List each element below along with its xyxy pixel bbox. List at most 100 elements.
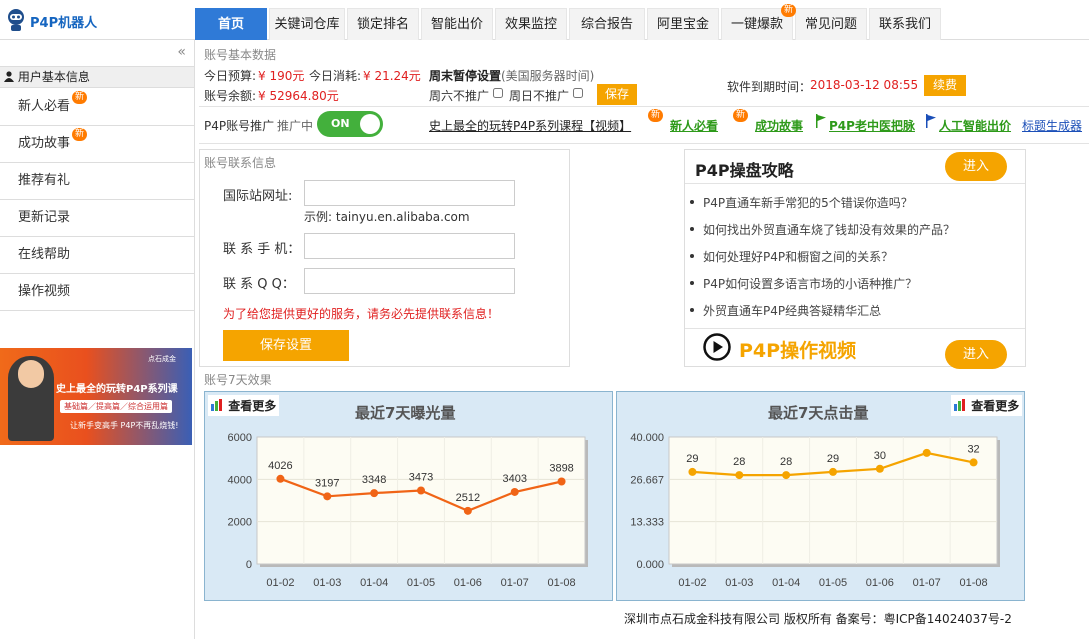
balance-label: 账号余额: <box>204 89 257 103</box>
new-badge: 新 <box>781 4 797 17</box>
qq-input[interactable] <box>304 268 515 294</box>
sidebar-header-label: 用户基本信息 <box>17 70 90 84</box>
tab-contact[interactable]: 联系我们 <box>869 8 941 40</box>
tab-faq[interactable]: 常见问题 <box>795 8 867 40</box>
video-title[interactable]: P4P操作视频 <box>739 336 856 363</box>
play-icon[interactable] <box>703 333 731 361</box>
guide-enter-button[interactable]: 进入 <box>945 152 1007 181</box>
sidebar-item-newcomer[interactable]: 新人必看 <box>0 89 194 126</box>
user-icon <box>4 71 14 82</box>
x-tick-label: 01-07 <box>913 577 941 589</box>
contact-warning: 为了给您提供更好的服务，请务必先提供联系信息！ <box>223 307 500 321</box>
link-newcomer[interactable]: 新人必看 <box>670 117 718 134</box>
guide-article-link[interactable]: 如何处理好P4P和橱窗之间的关系？ <box>703 248 893 265</box>
expire-value: 2018-03-12 08:55 <box>810 78 919 92</box>
y-tick-label: 0.000 <box>636 559 664 571</box>
app-logo[interactable]: P4P机器人 <box>0 0 195 40</box>
x-tick-label: 01-06 <box>454 577 482 589</box>
sunday-label: 周日不推广 <box>509 89 570 103</box>
x-tick-label: 01-05 <box>819 577 847 589</box>
sidebar-item-video[interactable]: 操作视频 <box>0 274 194 311</box>
data-label: 3197 <box>315 477 339 489</box>
data-point <box>782 471 791 480</box>
data-point <box>557 477 566 486</box>
guide-title: P4P操盘攻略 <box>695 161 794 180</box>
y-tick-label: 4000 <box>228 474 252 486</box>
renew-button[interactable]: 续费 <box>924 75 966 96</box>
sidebar-item-help[interactable]: 在线帮助 <box>0 237 194 274</box>
x-tick-label: 01-06 <box>866 577 894 589</box>
link-doctor-diagnosis[interactable]: P4P老中医把脉 <box>829 117 915 134</box>
data-point <box>875 464 884 473</box>
guide-article-link[interactable]: P4P直通车新手常犯的5个错误你造吗？ <box>703 194 913 211</box>
flag-icon <box>926 114 936 128</box>
chart-clicks: 最近7天点击量 查看更多 0.000 13.333 26.667 40.000 01-0… <box>616 391 1025 601</box>
new-badge: 新 <box>72 128 88 141</box>
budget-label: 今日预算: <box>204 69 257 83</box>
video-enter-button[interactable]: 进入 <box>945 340 1007 369</box>
x-tick-label: 01-02 <box>678 577 706 589</box>
tab-ali-gold[interactable]: 阿里宝金 <box>647 8 719 40</box>
sunday-checkbox[interactable] <box>573 88 583 98</box>
guide-article-link[interactable]: 如何找出外贸直通车烧了钱却没有效果的产品？ <box>703 221 955 238</box>
data-label: 3348 <box>362 474 386 486</box>
tab-keyword-warehouse[interactable]: 关键词仓库 <box>269 8 345 40</box>
site-url-hint: 示例: tainyu.en.alibaba.com <box>304 210 470 224</box>
sidebar-item-label: 成功故事 <box>18 136 71 151</box>
sidebar-item-label: 在线帮助 <box>18 247 71 262</box>
banner-brand: 点石成金 <box>148 355 176 363</box>
x-tick-label: 01-02 <box>266 577 294 589</box>
data-label: 2512 <box>456 492 480 504</box>
tab-lock-ranking[interactable]: 锁定排名 <box>347 8 419 40</box>
x-tick-label: 01-08 <box>548 577 576 589</box>
x-tick-label: 01-05 <box>407 577 435 589</box>
x-tick-label: 01-04 <box>360 577 388 589</box>
sidebar-item-changelog[interactable]: 更新记录 <box>0 200 194 237</box>
spend-label: 今日消耗: <box>309 69 362 83</box>
data-point <box>510 487 519 496</box>
x-tick-label: 01-04 <box>772 577 800 589</box>
link-title-generator[interactable]: 标题生成器 <box>1022 117 1082 134</box>
collapse-icon[interactable]: « <box>177 44 186 60</box>
sidebar-item-referral[interactable]: 推荐有礼 <box>0 163 194 200</box>
y-tick-label: 2000 <box>228 517 252 529</box>
data-label: 30 <box>874 450 886 462</box>
save-weekend-button[interactable]: 保存 <box>597 84 637 105</box>
link-success-story[interactable]: 成功故事 <box>755 117 803 134</box>
top-nav: 首页 关键词仓库 锁定排名 智能出价 效果监控 综合报告 阿里宝金 一键爆款 常… <box>195 0 1089 40</box>
y-tick-label: 13.333 <box>630 517 664 529</box>
tab-effect-monitor[interactable]: 效果监控 <box>495 8 567 40</box>
promo-label: P4P账号推广 <box>204 119 275 133</box>
sidebar-header: 用户基本信息 <box>0 66 194 88</box>
banner-tagline: 让新手变高手 P4P不再乱烧钱! <box>70 421 179 430</box>
banner-title: 史上最全的玩转P4P系列课 <box>56 384 178 395</box>
tab-report[interactable]: 综合报告 <box>569 8 645 40</box>
sidebar-item-label: 操作视频 <box>18 284 71 299</box>
tab-smart-bidding[interactable]: 智能出价 <box>421 8 493 40</box>
guide-article-link[interactable]: P4P如何设置多语言市场的小语种推广？ <box>703 275 917 292</box>
new-badge: 新 <box>72 91 88 104</box>
app-title: P4P机器人 <box>30 16 98 31</box>
sidebar-item-success-story[interactable]: 成功故事 <box>0 126 194 163</box>
link-ai-bidding[interactable]: 人工智能出价 <box>939 117 1011 134</box>
guide-article-link[interactable]: 外贸直通车P4P经典答疑精华汇总 <box>703 302 881 319</box>
bullet <box>690 254 694 258</box>
data-point <box>370 489 379 498</box>
bullet <box>690 227 694 231</box>
tab-home[interactable]: 首页 <box>195 8 267 40</box>
phone-input[interactable] <box>304 233 515 259</box>
y-tick-label: 26.667 <box>630 474 664 486</box>
data-point <box>417 486 425 495</box>
course-video-link[interactable]: 史上最全的玩转P4P系列课程【视频】 <box>429 117 631 134</box>
data-point <box>969 458 978 467</box>
sidebar-item-label: 新人必看 <box>18 99 71 114</box>
y-tick-label: 0 <box>246 559 252 571</box>
site-url-input[interactable] <box>304 180 515 206</box>
course-banner[interactable]: 点石成金 史上最全的玩转P4P系列课 基础篇／提高篇／综合运用篇 让新手变高手 … <box>0 348 192 445</box>
promo-toggle[interactable]: ON <box>317 111 383 137</box>
presenter-face <box>18 360 44 388</box>
save-contact-button[interactable]: 保存设置 <box>223 330 349 361</box>
budget-value: ¥ 190元 <box>258 69 305 83</box>
promo-status: 推广中 <box>277 119 314 133</box>
saturday-checkbox[interactable] <box>493 88 503 98</box>
